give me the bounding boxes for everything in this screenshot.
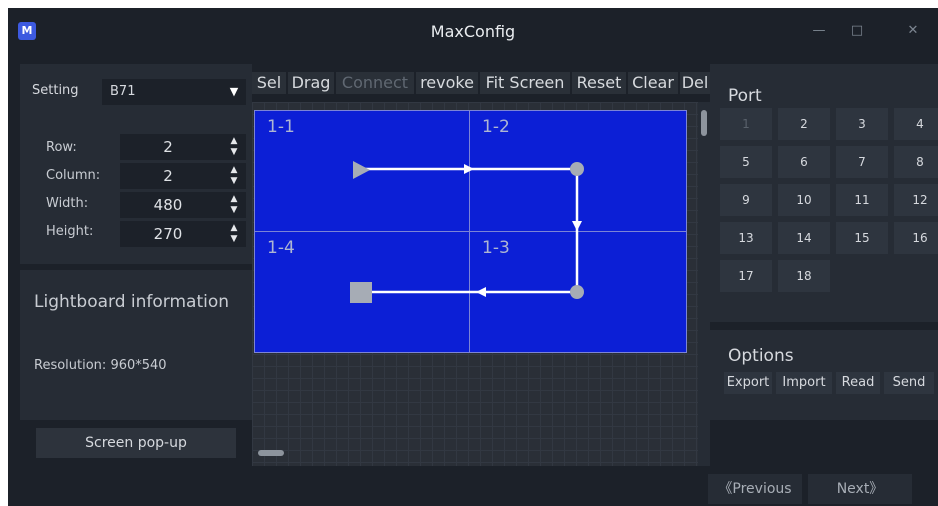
wiring-overlay — [350, 161, 584, 303]
arrow-right-icon — [464, 164, 474, 174]
port-cell[interactable]: 16 — [894, 222, 938, 254]
settings-panel: Setting B71 ▼ Row: 2 ▲ ▼ Column: 2 ▲ ▼ Wid… — [20, 64, 252, 264]
read-button[interactable]: Read — [836, 372, 880, 394]
width-label: Width: — [46, 196, 89, 211]
window-title: MaxConfig — [430, 22, 516, 41]
scroll-thumb[interactable] — [701, 110, 707, 136]
del-button[interactable]: Del — [680, 72, 710, 94]
reset-button[interactable]: Reset — [572, 72, 626, 94]
dropdown-arrow-icon[interactable]: ▼ — [222, 79, 246, 105]
revoke-button[interactable]: revoke — [416, 72, 478, 94]
width-spinbox[interactable]: 480 ▲ ▼ — [120, 192, 246, 218]
port-cell[interactable]: 15 — [836, 222, 888, 254]
column-value[interactable]: 2 — [120, 167, 216, 185]
minimize-button[interactable]: — — [804, 18, 834, 44]
port-panel: Port 1 2 3 4 5 6 7 8 9 10 11 12 13 14 15… — [710, 64, 938, 322]
row-value[interactable]: 2 — [120, 138, 216, 156]
spin-arrows-icon[interactable]: ▲ ▼ — [226, 223, 242, 245]
connect-button[interactable]: Connect — [336, 72, 414, 94]
layout-canvas[interactable]: 1-1 1-2 1-3 1-4 — [252, 102, 698, 466]
port-cell[interactable]: 10 — [778, 184, 830, 216]
port-cell[interactable]: 2 — [778, 108, 830, 140]
height-value[interactable]: 270 — [120, 225, 216, 243]
end-square-icon — [350, 282, 372, 303]
send-button[interactable]: Send — [884, 372, 934, 394]
height-spinbox[interactable]: 270 ▲ ▼ — [120, 221, 246, 247]
wiring-path — [364, 167, 579, 294]
lightboard-info-panel: Lightboard information Resolution: 960*5… — [20, 270, 252, 420]
arrow-left-icon — [476, 287, 486, 297]
resolution-text: Resolution: 960*540 — [34, 358, 167, 373]
port-cell[interactable]: 8 — [894, 146, 938, 178]
corner-node-icon — [570, 162, 584, 176]
row-spinbox[interactable]: 2 ▲ ▼ — [120, 134, 246, 160]
height-label: Height: — [46, 224, 94, 239]
clear-button[interactable]: Clear — [628, 72, 678, 94]
title-bar: M MaxConfig — □ ✕ — [8, 8, 938, 56]
width-value[interactable]: 480 — [120, 196, 216, 214]
port-cell[interactable]: 17 — [720, 260, 772, 292]
port-cell[interactable]: 18 — [778, 260, 830, 292]
options-title: Options — [728, 346, 794, 366]
resolution-label: Resolution: — [34, 358, 107, 373]
corner-node-icon — [570, 285, 584, 299]
port-cell[interactable]: 12 — [894, 184, 938, 216]
port-cell[interactable]: 3 — [836, 108, 888, 140]
vertical-scrollbar[interactable] — [698, 102, 710, 466]
column-label: Column: — [46, 168, 101, 183]
port-title: Port — [728, 86, 762, 106]
options-panel: Options Export Import Read Send — [710, 330, 938, 420]
port-cell[interactable]: 6 — [778, 146, 830, 178]
export-button[interactable]: Export — [724, 372, 772, 394]
fit-screen-button[interactable]: Fit Screen — [480, 72, 570, 94]
port-cell[interactable]: 7 — [836, 146, 888, 178]
start-triangle-icon — [353, 161, 370, 179]
close-button[interactable]: ✕ — [898, 18, 928, 44]
port-cell[interactable]: 4 — [894, 108, 938, 140]
row-label: Row: — [46, 140, 77, 155]
resolution-value: 960*540 — [110, 358, 167, 373]
canvas-toolbar: Sel Drag Connect revoke Fit Screen Reset… — [252, 64, 710, 102]
app-window: M MaxConfig — □ ✕ Setting B71 ▼ Row: 2 ▲… — [8, 8, 938, 506]
port-cell[interactable]: 5 — [720, 146, 772, 178]
setting-label: Setting — [32, 83, 79, 98]
sel-button[interactable]: Sel — [252, 72, 286, 94]
port-cell[interactable]: 11 — [836, 184, 888, 216]
spin-arrows-icon[interactable]: ▲ ▼ — [226, 136, 242, 158]
column-spinbox[interactable]: 2 ▲ ▼ — [120, 163, 246, 189]
port-cell[interactable]: 1 — [720, 108, 772, 140]
port-cell[interactable]: 13 — [720, 222, 772, 254]
info-title: Lightboard information — [34, 292, 230, 312]
port-cell[interactable]: 9 — [720, 184, 772, 216]
setting-value: B71 — [110, 84, 136, 99]
spin-arrows-icon[interactable]: ▲ ▼ — [226, 194, 242, 216]
screen-popup-button[interactable]: Screen pop-up — [36, 428, 236, 458]
horizontal-scrollbar-thumb[interactable] — [258, 450, 284, 456]
spin-arrows-icon[interactable]: ▲ ▼ — [226, 165, 242, 187]
setting-dropdown[interactable]: B71 ▼ — [102, 79, 246, 105]
previous-button[interactable]: 《Previous — [708, 474, 802, 504]
drag-button[interactable]: Drag — [288, 72, 334, 94]
next-button[interactable]: Next》 — [808, 474, 912, 504]
import-button[interactable]: Import — [776, 372, 832, 394]
arrow-down-icon — [572, 221, 582, 231]
maximize-button[interactable]: □ — [842, 18, 872, 44]
port-cell[interactable]: 14 — [778, 222, 830, 254]
